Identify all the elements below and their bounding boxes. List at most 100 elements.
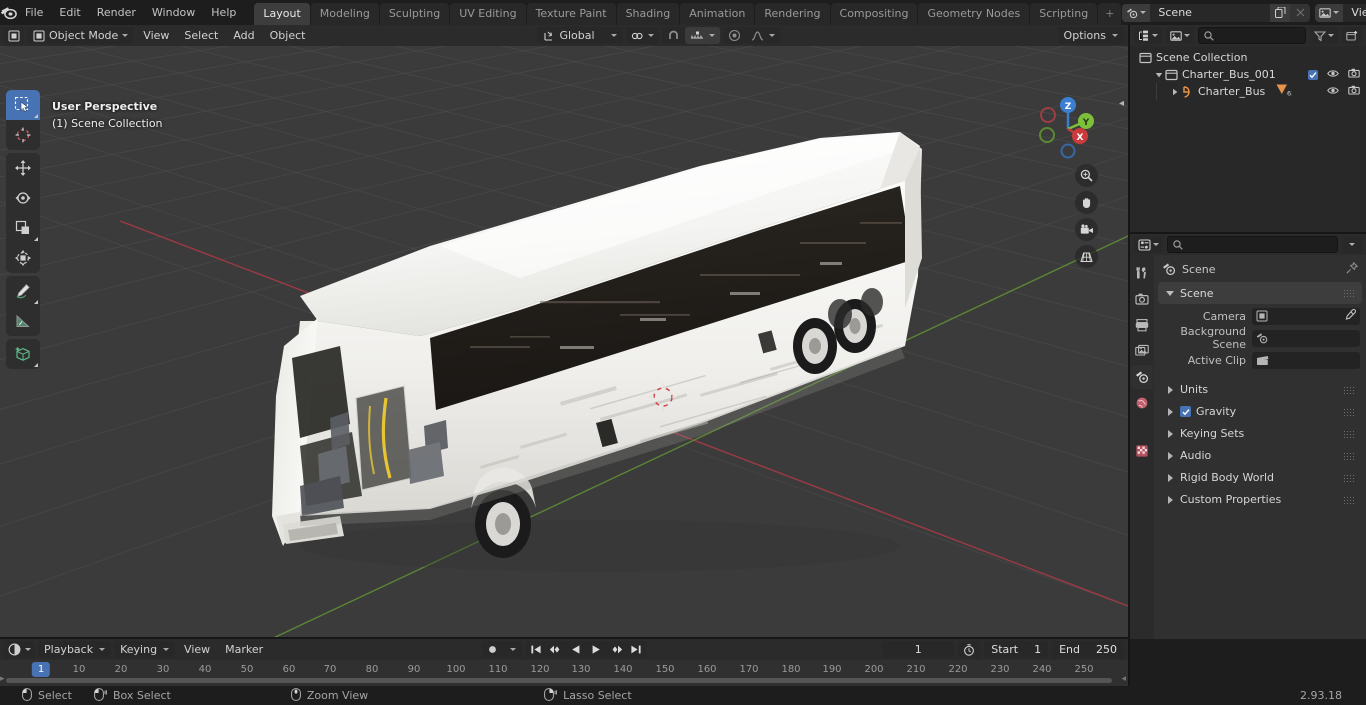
tool-measure[interactable] bbox=[6, 306, 40, 336]
eyedropper-icon[interactable] bbox=[1344, 308, 1357, 324]
property-field-camera[interactable] bbox=[1252, 307, 1360, 325]
panel-drag-grip[interactable] bbox=[1343, 289, 1354, 297]
properties-tab-view-layer[interactable] bbox=[1131, 339, 1153, 363]
property-field-active-clip[interactable] bbox=[1252, 351, 1360, 369]
camera-view-button[interactable] bbox=[1075, 218, 1098, 241]
scene-new-button[interactable] bbox=[1270, 3, 1291, 22]
viewport-canvas[interactable]: User Perspective (1) Scene Collection ◂ … bbox=[0, 46, 1128, 639]
view-layer-name-field[interactable]: View Layer bbox=[1343, 3, 1366, 22]
workspace-tab-modeling[interactable]: Modeling bbox=[310, 3, 379, 25]
properties-tab-scene[interactable] bbox=[1131, 365, 1153, 389]
viewport-sidebar-toggle[interactable]: ◂ bbox=[1119, 98, 1124, 109]
workspace-tab-sculpting[interactable]: Sculpting bbox=[379, 3, 450, 25]
proportional-falloff-dropdown[interactable] bbox=[746, 27, 780, 44]
tool-expand-corner[interactable] bbox=[34, 114, 38, 118]
properties-editor-type-button[interactable] bbox=[1134, 236, 1163, 253]
gravity-checkbox[interactable] bbox=[1180, 406, 1191, 417]
visibility-eye-icon[interactable] bbox=[1327, 68, 1339, 81]
visibility-eye-icon[interactable] bbox=[1327, 85, 1339, 98]
snap-toggle-button[interactable] bbox=[662, 27, 685, 44]
panel-drag-grip[interactable] bbox=[1343, 495, 1354, 504]
properties-search-input[interactable] bbox=[1167, 236, 1338, 253]
panel-drag-grip[interactable] bbox=[1343, 407, 1354, 416]
scene-unlink-button[interactable] bbox=[1290, 3, 1311, 22]
next-keyframe-button[interactable] bbox=[606, 641, 626, 658]
timeline-scroll-right-handle[interactable]: ◂ bbox=[1121, 674, 1126, 684]
outliner-search-input[interactable] bbox=[1198, 27, 1306, 44]
frame-end-field[interactable]: End 250 bbox=[1052, 641, 1124, 658]
outliner-filter-button[interactable] bbox=[1310, 27, 1338, 44]
expand-triangle-icon[interactable] bbox=[1168, 88, 1181, 96]
pin-icon[interactable] bbox=[1346, 261, 1359, 277]
navigation-gizmo[interactable]: Z Y X bbox=[1030, 91, 1106, 167]
workspace-tab-scripting[interactable]: Scripting bbox=[1030, 3, 1098, 25]
timeline-horizontal-scrollbar[interactable] bbox=[6, 678, 1112, 683]
auto-keying-button[interactable] bbox=[482, 641, 502, 658]
panel-drag-grip[interactable] bbox=[1343, 429, 1354, 438]
auto-keying-options-dropdown[interactable] bbox=[502, 641, 522, 658]
viewport-menu-view[interactable]: View bbox=[137, 27, 175, 44]
tool-transform[interactable] bbox=[6, 243, 40, 273]
prev-keyframe-button[interactable] bbox=[546, 641, 566, 658]
panel-drag-grip[interactable] bbox=[1343, 451, 1354, 460]
current-frame-field[interactable]: 1 bbox=[882, 641, 955, 658]
workspace-tab-geometry-nodes[interactable]: Geometry Nodes bbox=[918, 3, 1030, 25]
tool-annotate[interactable] bbox=[6, 276, 40, 306]
zoom-button[interactable] bbox=[1075, 164, 1098, 187]
panel-drag-grip[interactable] bbox=[1343, 385, 1354, 394]
menu-edit[interactable]: Edit bbox=[51, 3, 88, 22]
viewport-menu-object[interactable]: Object bbox=[264, 27, 312, 44]
panel-rigid-body-world[interactable]: Rigid Body World bbox=[1158, 467, 1362, 488]
workspace-tab-compositing[interactable]: Compositing bbox=[830, 3, 918, 25]
workspace-tab-animation[interactable]: Animation bbox=[680, 3, 755, 25]
expand-triangle-icon[interactable] bbox=[1152, 71, 1165, 79]
timeline-playback-dropdown[interactable]: Playback bbox=[38, 641, 112, 658]
divider-vertical-right[interactable] bbox=[1128, 25, 1130, 686]
divider-horizontal-timeline[interactable] bbox=[0, 637, 1128, 639]
workspace-tab-uv-editing[interactable]: UV Editing bbox=[450, 3, 526, 25]
tool-expand-corner[interactable] bbox=[34, 237, 38, 241]
properties-options-dropdown[interactable] bbox=[1342, 236, 1362, 253]
outliner-row-charter-bus[interactable]: Charter_Bus 63 bbox=[1130, 83, 1366, 100]
tool-expand-corner[interactable] bbox=[34, 363, 38, 367]
pivot-point-button[interactable] bbox=[626, 27, 659, 44]
property-field-background-scene[interactable] bbox=[1252, 329, 1360, 347]
panel-keying-sets[interactable]: Keying Sets bbox=[1158, 423, 1362, 444]
panel-gravity[interactable]: Gravity bbox=[1158, 401, 1362, 422]
tool-scale[interactable] bbox=[6, 213, 40, 243]
toggle-perspective-button[interactable] bbox=[1075, 245, 1098, 268]
object-mode-dropdown[interactable]: Object Mode bbox=[27, 27, 135, 44]
panel-units[interactable]: Units bbox=[1158, 379, 1362, 400]
divider-horizontal-properties[interactable] bbox=[1130, 232, 1366, 234]
properties-tab-render[interactable] bbox=[1131, 287, 1153, 311]
view-layer-browse-button[interactable] bbox=[1315, 3, 1344, 22]
panel-drag-grip[interactable] bbox=[1343, 473, 1354, 482]
mesh-data-badge[interactable]: 63 bbox=[1275, 83, 1296, 100]
tool-expand-corner[interactable] bbox=[34, 300, 38, 304]
timeline-ruler[interactable]: 1 10 20 30 40 50 60 70 80 90 100 110 120… bbox=[0, 660, 1128, 684]
render-camera-icon[interactable] bbox=[1348, 85, 1360, 98]
transform-orientation-dropdown[interactable]: Global bbox=[537, 27, 624, 44]
panel-custom-properties[interactable]: Custom Properties bbox=[1158, 489, 1362, 510]
play-reverse-button[interactable] bbox=[566, 641, 586, 658]
use-preview-range-button[interactable] bbox=[958, 641, 981, 658]
properties-tab-texture[interactable] bbox=[1131, 439, 1153, 463]
workspace-tab-shading[interactable]: Shading bbox=[616, 3, 680, 25]
viewport-menu-select[interactable]: Select bbox=[178, 27, 224, 44]
timeline-editor-type-button[interactable] bbox=[4, 641, 35, 658]
play-button[interactable] bbox=[586, 641, 606, 658]
blender-logo-icon[interactable] bbox=[0, 0, 17, 25]
timeline-menu-marker[interactable]: Marker bbox=[219, 641, 269, 658]
panel-audio[interactable]: Audio bbox=[1158, 445, 1362, 466]
viewport-menu-add[interactable]: Add bbox=[227, 27, 260, 44]
jump-to-start-button[interactable] bbox=[526, 641, 546, 658]
tool-cursor[interactable] bbox=[6, 120, 40, 150]
workspace-tab-rendering[interactable]: Rendering bbox=[755, 3, 830, 25]
outliner-new-collection-button[interactable] bbox=[1342, 27, 1362, 44]
menu-file[interactable]: File bbox=[17, 3, 51, 22]
outliner-row-charter-bus-001[interactable]: Charter_Bus_001 bbox=[1130, 66, 1366, 83]
tool-rotate[interactable] bbox=[6, 183, 40, 213]
proportional-edit-toggle[interactable] bbox=[723, 27, 746, 44]
collection-enable-checkbox[interactable] bbox=[1308, 69, 1318, 80]
timeline-keying-dropdown[interactable]: Keying bbox=[114, 641, 176, 658]
